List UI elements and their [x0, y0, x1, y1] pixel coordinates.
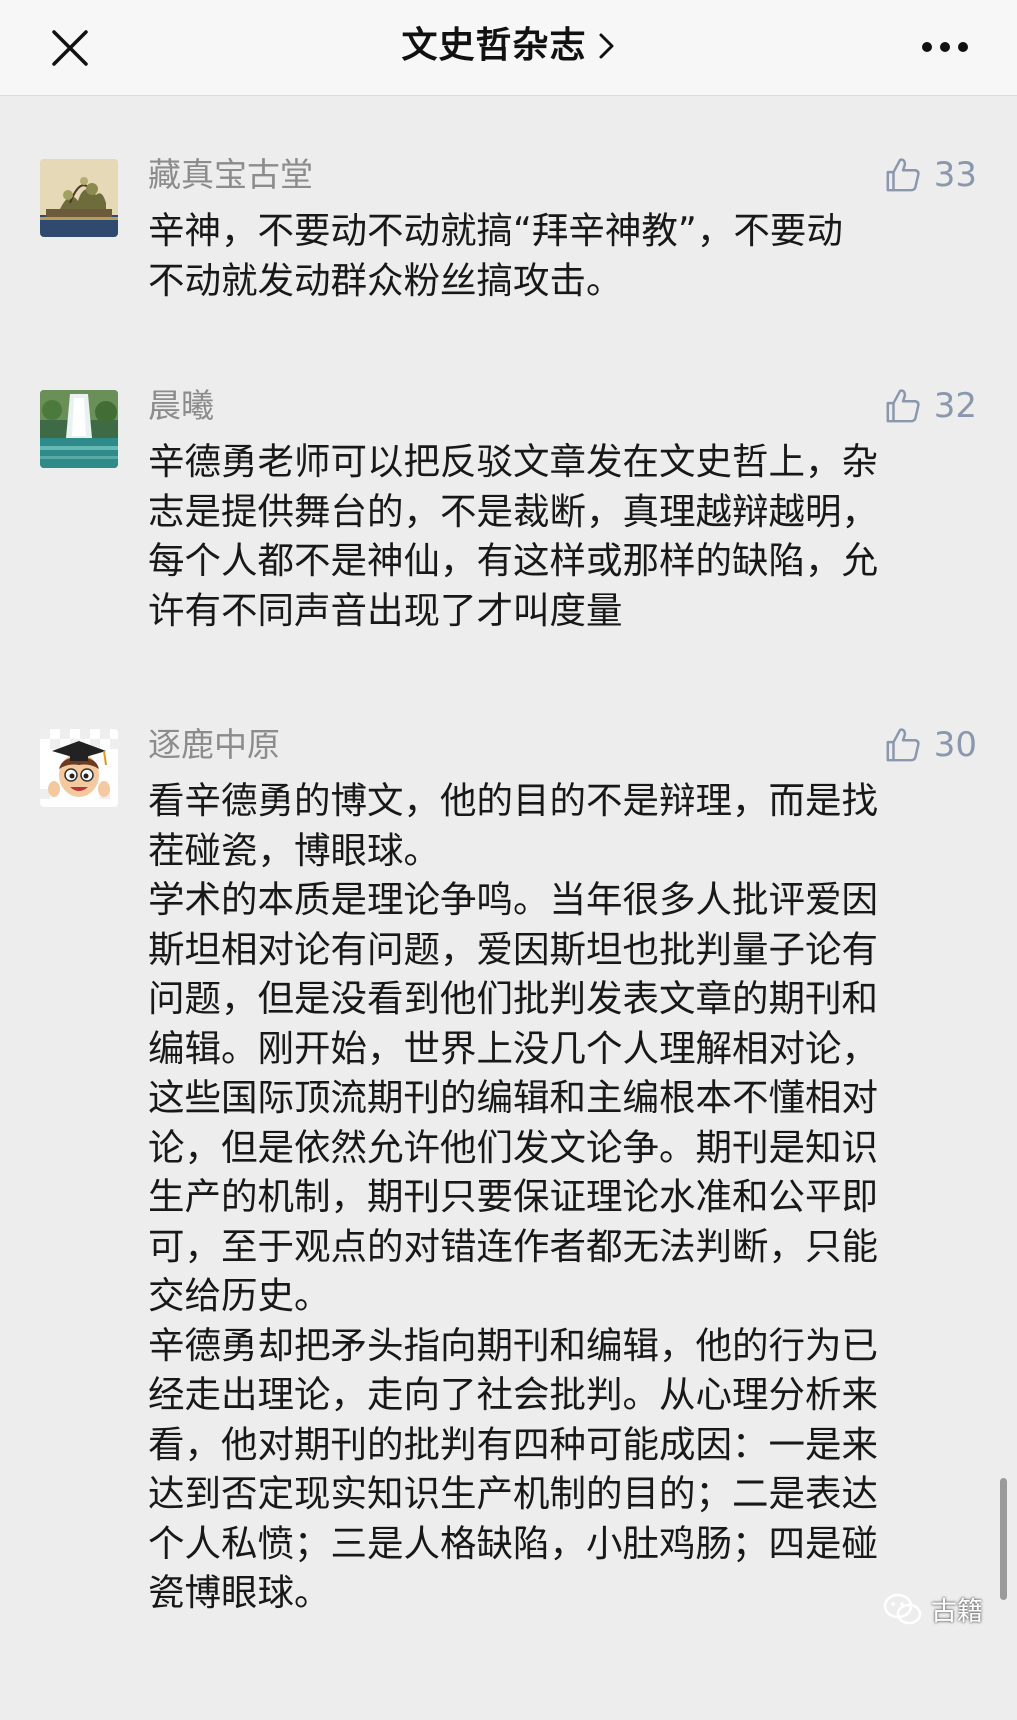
- comment-text: 看辛德勇的博文，他的目的不是辩理，而是找 茬碰瓷，博眼球。 学术的本质是理论争鸣…: [148, 779, 878, 1614]
- more-dots-icon: [922, 42, 968, 52]
- like-count: 33: [933, 155, 977, 195]
- chevron-right-icon[interactable]: [598, 31, 616, 61]
- like-count: 30: [933, 725, 977, 765]
- comment-author[interactable]: 晨曦: [148, 384, 214, 428]
- like-button[interactable]: 30: [884, 723, 977, 767]
- like-button[interactable]: 32: [884, 384, 977, 428]
- watermark: 古籍: [883, 1591, 983, 1628]
- more-button[interactable]: [919, 34, 971, 60]
- scrollbar[interactable]: [1000, 1478, 1007, 1600]
- comment-author[interactable]: 逐鹿中原: [148, 723, 280, 767]
- watermark-text: 古籍: [930, 1597, 983, 1627]
- title-area[interactable]: 文史哲杂志: [0, 18, 1017, 74]
- thumbs-up-icon: [886, 158, 920, 192]
- comment-text: 辛神，不要动不动就搞“拜辛神教”，不要动 不动就发动群众粉丝搞攻击。: [148, 209, 843, 302]
- like-count: 32: [933, 386, 977, 426]
- page-title[interactable]: 文史哲杂志: [401, 18, 586, 74]
- top-bar: 文史哲杂志: [0, 0, 1017, 96]
- thumbs-up-icon: [886, 389, 920, 423]
- comment-text: 辛德勇老师可以把反驳文章发在文史哲上，杂 志是提供舞台的，不是裁断，真理越辩越明…: [148, 440, 878, 632]
- thumbs-up-icon: [886, 728, 920, 762]
- avatar[interactable]: [40, 159, 118, 237]
- comment-author[interactable]: 藏真宝古堂: [148, 153, 313, 197]
- avatar[interactable]: [40, 390, 118, 468]
- avatar[interactable]: [40, 729, 118, 807]
- wechat-logo-icon: [883, 1593, 922, 1624]
- like-button[interactable]: 33: [884, 153, 977, 197]
